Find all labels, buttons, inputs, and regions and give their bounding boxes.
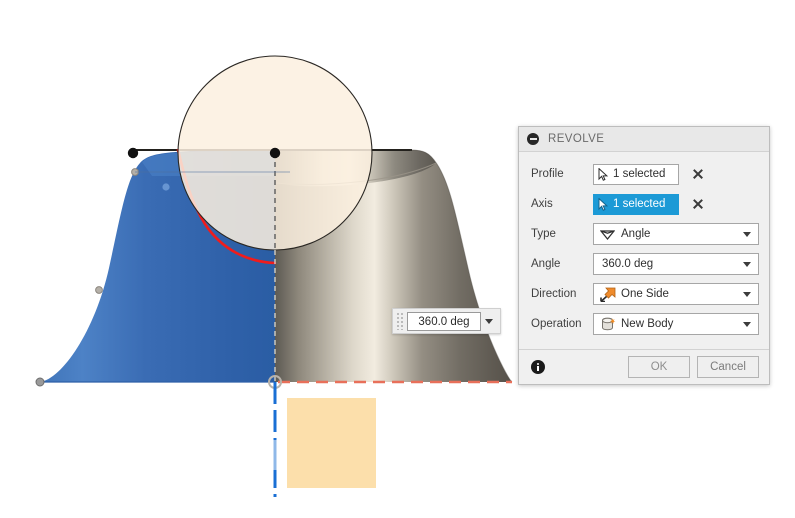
- chevron-down-icon[interactable]: [481, 311, 497, 331]
- angle-input[interactable]: 360.0 deg: [593, 253, 759, 275]
- chevron-down-icon[interactable]: [740, 231, 754, 237]
- drag-grip[interactable]: [396, 312, 404, 330]
- row-operation: Operation New Body: [531, 309, 759, 339]
- direction-value: One Side: [621, 288, 669, 300]
- axis-selection-text: 1 selected: [613, 198, 666, 210]
- chevron-down-icon[interactable]: [740, 291, 754, 297]
- new-body-icon: [599, 316, 616, 332]
- operation-value: New Body: [621, 318, 674, 330]
- profile-selection-button[interactable]: 1 selected: [593, 163, 679, 185]
- label-operation: Operation: [531, 318, 582, 330]
- ok-button[interactable]: OK: [628, 356, 690, 378]
- label-direction: Direction: [531, 288, 577, 300]
- row-direction: Direction One Side: [531, 279, 759, 309]
- row-type: Type Angle: [531, 219, 759, 249]
- select-cursor-icon: [598, 197, 609, 211]
- dialog-button-group: OK Cancel: [628, 356, 759, 378]
- clear-axis-icon[interactable]: [691, 197, 705, 211]
- profile-sketch-rectangle: [287, 398, 376, 488]
- label-axis: Axis: [531, 198, 553, 210]
- one-side-arrow-icon: [599, 286, 616, 302]
- chevron-down-icon[interactable]: [740, 321, 754, 327]
- dialog-title: REVOLVE: [548, 133, 605, 145]
- revolve-dialog[interactable]: REVOLVE Profile 1 selected Axis 1 select…: [518, 126, 770, 385]
- row-axis: Axis 1 selected: [531, 189, 759, 219]
- label-profile: Profile: [531, 168, 564, 180]
- axis-selection-button[interactable]: 1 selected: [593, 193, 679, 215]
- collapse-minus-icon[interactable]: [527, 133, 539, 145]
- angle-wedge-icon: [599, 226, 616, 242]
- center-point: [269, 147, 281, 159]
- canvas-angle-manipulator[interactable]: 360.0 deg: [392, 308, 501, 334]
- operation-dropdown[interactable]: New Body: [593, 313, 759, 335]
- label-angle: Angle: [531, 258, 561, 270]
- dialog-footer: OK Cancel: [519, 349, 769, 384]
- label-type: Type: [531, 228, 556, 240]
- clear-profile-icon[interactable]: [691, 167, 705, 181]
- canvas-angle-value[interactable]: 360.0 deg: [407, 311, 481, 331]
- cancel-button[interactable]: Cancel: [697, 356, 759, 378]
- type-value: Angle: [621, 228, 651, 240]
- left-endpoint: [127, 147, 139, 159]
- chevron-down-icon[interactable]: [740, 261, 754, 267]
- row-angle: Angle 360.0 deg: [531, 249, 759, 279]
- dialog-body: Profile 1 selected Axis 1 selected Type: [519, 152, 769, 349]
- dialog-header[interactable]: REVOLVE: [519, 127, 769, 152]
- info-icon[interactable]: [531, 360, 545, 374]
- profile-selection-text: 1 selected: [613, 168, 666, 180]
- select-cursor-icon: [598, 167, 609, 181]
- angle-value[interactable]: 360.0 deg: [602, 258, 740, 270]
- direction-dropdown[interactable]: One Side: [593, 283, 759, 305]
- row-profile: Profile 1 selected: [531, 159, 759, 189]
- type-dropdown[interactable]: Angle: [593, 223, 759, 245]
